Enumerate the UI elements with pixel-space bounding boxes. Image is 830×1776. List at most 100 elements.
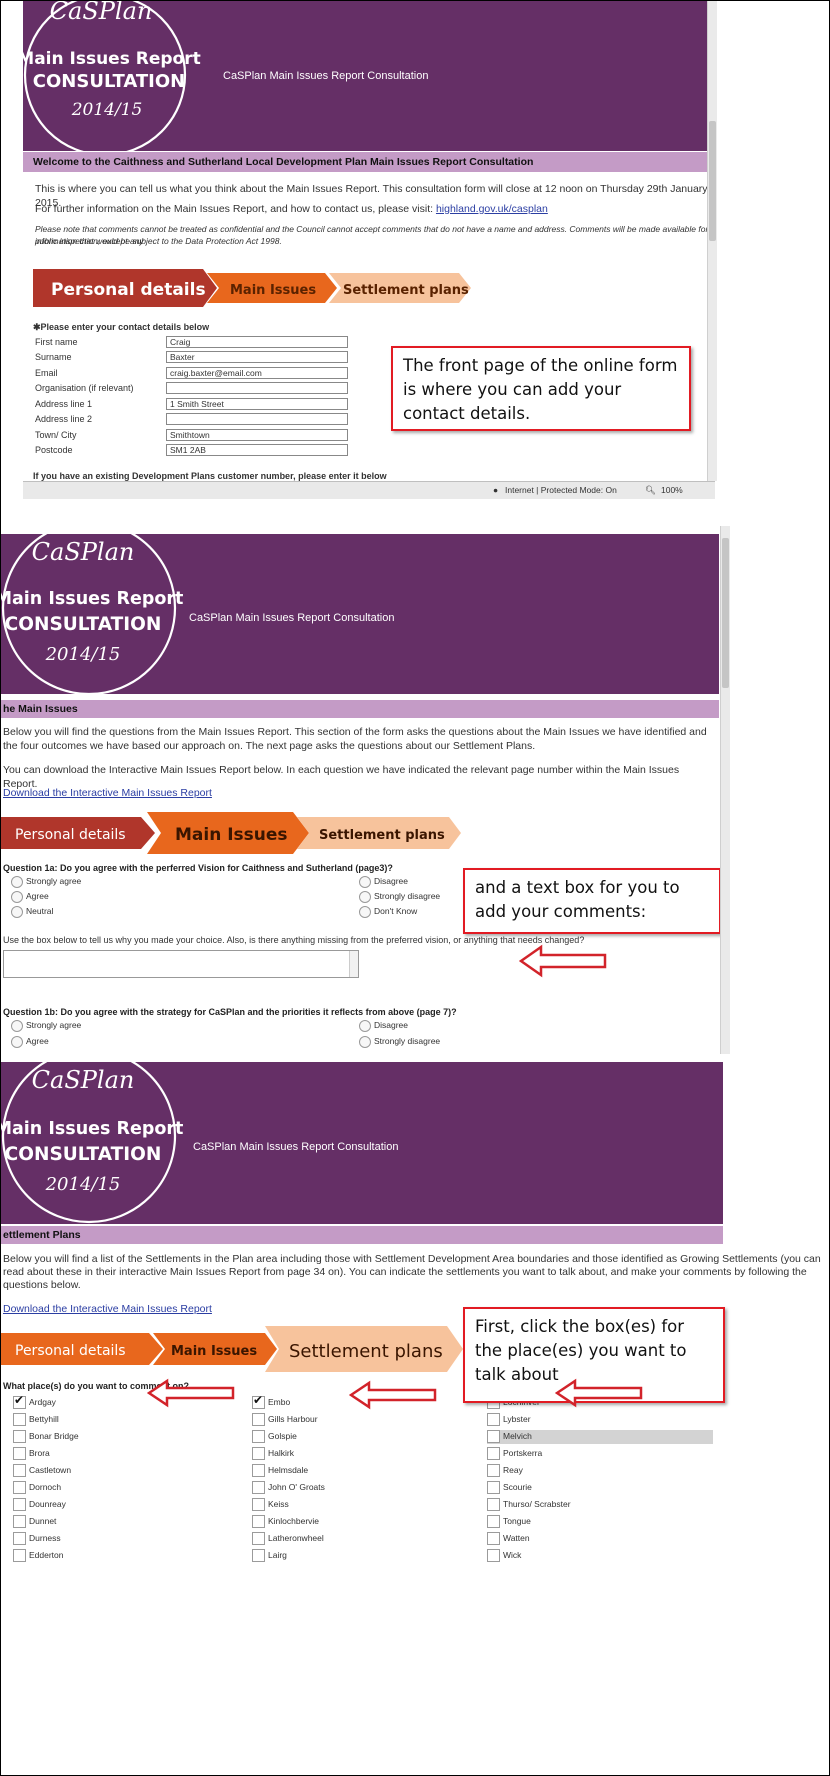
callout-text-box: and a text box for you to add your comme…: [463, 868, 721, 934]
svg-text:CONSULTATION: CONSULTATION: [5, 1144, 162, 1165]
radio-1a-strongly-disagree[interactable]: Strongly disagree: [359, 891, 440, 903]
first-name-input[interactable]: Craig: [166, 336, 348, 348]
settlement-checkbox[interactable]: Durness: [13, 1532, 213, 1546]
progress-steps: Personal details Main Issues Settlement …: [1, 812, 461, 854]
question-1b: Question 1b: Do you agree with the strat…: [3, 1007, 457, 1017]
settlement-checkbox[interactable]: Bonar Bridge: [13, 1430, 213, 1444]
radio-1a-disagree[interactable]: Disagree: [359, 876, 408, 888]
vertical-scrollbar[interactable]: [707, 1, 717, 481]
label-postcode: Postcode: [35, 445, 73, 455]
customer-number-text: If you have an existing Development Plan…: [33, 471, 387, 481]
download-report-link[interactable]: Download the Interactive Main Issues Rep…: [3, 1302, 212, 1316]
notice-line-2: information that would be subject to the…: [35, 236, 282, 246]
textbox-prompt: Use the box below to tell us why you mad…: [3, 935, 585, 945]
settlement-checkbox[interactable]: John O' Groats: [252, 1481, 452, 1495]
step-settlement-plans: Settlement plans: [289, 1341, 443, 1362]
settlement-checkbox[interactable]: Lairg: [252, 1549, 452, 1563]
radio-1b-disagree[interactable]: Disagree: [359, 1020, 408, 1032]
settlement-checkbox[interactable]: Brora: [13, 1447, 213, 1461]
screenshot-panel-personal-details: CaSPlan Main Issues Report CONSULTATION …: [0, 0, 830, 526]
zoom-icon[interactable]: 🔍︎: [645, 485, 656, 496]
page-banner: CaSPlan Main Issues Report CONSULTATION …: [23, 1, 709, 151]
status-zone: Internet | Protected Mode: On: [505, 485, 617, 495]
organisation-input[interactable]: [166, 382, 348, 394]
settlement-checkbox[interactable]: Dornoch: [13, 1481, 213, 1495]
vertical-scrollbar[interactable]: [720, 526, 730, 1054]
progress-steps: Personal details Main Issues Settlement …: [1, 1326, 463, 1372]
settlement-checkbox[interactable]: Golspie: [252, 1430, 452, 1444]
svg-text:Main Issues Report: Main Issues Report: [1, 589, 183, 609]
settlement-checkbox[interactable]: Thurso/ Scrabster: [487, 1498, 713, 1512]
label-email: Email: [35, 368, 58, 378]
status-zoom[interactable]: 100%: [661, 485, 683, 495]
radio-1a-strongly-agree[interactable]: Strongly agree: [11, 876, 81, 888]
radio-1a-dont-know[interactable]: Don't Know: [359, 906, 417, 918]
info-prefix: For further information on the Main Issu…: [35, 203, 436, 215]
settlement-checkbox[interactable]: Edderton: [13, 1549, 213, 1563]
settlement-checkbox[interactable]: Dounreay: [13, 1498, 213, 1512]
question-1a: Question 1a: Do you agree with the perfe…: [3, 863, 393, 873]
settlement-checkbox[interactable]: Kinlochbervie: [252, 1515, 452, 1529]
address-line-2-input[interactable]: [166, 413, 348, 425]
comments-textarea[interactable]: [3, 950, 359, 978]
radio-1b-strongly-disagree[interactable]: Strongly disagree: [359, 1036, 440, 1048]
settlement-checkbox[interactable]: Lybster: [487, 1413, 713, 1427]
step-main-issues: Main Issues: [175, 825, 288, 845]
banner-title: CaSPlan Main Issues Report Consultation: [223, 70, 429, 82]
browser-viewport: CaSPlan Main Issues Report CONSULTATION …: [1, 1062, 821, 1775]
email-input[interactable]: craig.baxter@email.com: [166, 367, 348, 379]
contact-heading: ✱Please enter your contact details below: [33, 322, 209, 333]
page-banner: CaSPlan Main Issues Report CONSULTATION …: [1, 534, 719, 694]
casplan-logo: CaSPlan Main Issues Report CONSULTATION …: [1, 534, 183, 694]
settlement-checkbox[interactable]: Reay: [487, 1464, 713, 1478]
settlement-intro-line-1: Below you will find a list of the Settle…: [3, 1253, 821, 1265]
settlement-checkbox[interactable]: Dunnet: [13, 1515, 213, 1529]
settlement-checkbox[interactable]: Castletown: [13, 1464, 213, 1478]
radio-1a-neutral[interactable]: Neutral: [11, 906, 53, 918]
settlement-checkbox[interactable]: Portskerra: [487, 1447, 713, 1461]
settlement-checkbox[interactable]: Latheronwheel: [252, 1532, 452, 1546]
svg-text:CONSULTATION: CONSULTATION: [5, 614, 162, 635]
svg-text:2014/15: 2014/15: [45, 1174, 121, 1195]
settlement-checkbox[interactable]: Bettyhill: [13, 1413, 213, 1427]
casplan-link[interactable]: highland.gov.uk/casplan: [436, 203, 548, 215]
radio-1a-agree[interactable]: Agree: [11, 891, 49, 903]
radio-1b-agree[interactable]: Agree: [11, 1036, 49, 1048]
surname-input[interactable]: Baxter: [166, 351, 348, 363]
scrollbar-thumb[interactable]: [709, 121, 716, 241]
settlement-checkbox[interactable]: Gills Harbour: [252, 1413, 452, 1427]
globe-icon: ●: [493, 485, 499, 495]
main-issues-intro: Below you will find the questions from t…: [3, 726, 707, 752]
settlement-checkbox[interactable]: Halkirk: [252, 1447, 452, 1461]
settlement-checkbox[interactable]: Melvich: [487, 1430, 713, 1444]
settlement-checkbox[interactable]: Watten: [487, 1532, 713, 1546]
banner-title: CaSPlan Main Issues Report Consultation: [189, 612, 395, 624]
settlement-checkbox[interactable]: Keiss: [252, 1498, 452, 1512]
town-city-input[interactable]: Smithtown: [166, 429, 348, 441]
settlement-checkbox[interactable]: Tongue: [487, 1515, 713, 1529]
address-line-1-input[interactable]: 1 Smith Street: [166, 398, 348, 410]
settlement-intro-line-2: read about these in their interactive Ma…: [3, 1266, 807, 1278]
svg-text:2014/15: 2014/15: [71, 100, 143, 120]
download-report-link[interactable]: Download the Interactive Main Issues Rep…: [3, 786, 212, 800]
section-title-settlement-plans: ettlement Plans: [1, 1226, 723, 1244]
svg-text:Main Issues Report: Main Issues Report: [1, 1119, 183, 1139]
progress-steps: Personal details Main Issues Settlement …: [33, 269, 471, 307]
settlement-checkbox[interactable]: Helmsdale: [252, 1464, 452, 1478]
postcode-input[interactable]: SM1 2AB: [166, 444, 348, 456]
step-personal-details: Personal details: [15, 1343, 126, 1359]
textarea-scrollbar[interactable]: [349, 951, 358, 977]
radio-1b-strongly-agree[interactable]: Strongly agree: [11, 1020, 81, 1032]
step-settlement-plans: Settlement plans: [319, 828, 445, 843]
label-surname: Surname: [35, 352, 72, 362]
info-text: For further information on the Main Issu…: [35, 202, 715, 216]
step-settlement-plans: Settlement plans: [343, 283, 469, 298]
scrollbar-thumb[interactable]: [722, 538, 729, 688]
settlement-checkbox[interactable]: Wick: [487, 1549, 713, 1563]
browser-status-bar: ● Internet | Protected Mode: On 🔍︎ 100%: [23, 481, 715, 499]
browser-viewport: CaSPlan Main Issues Report CONSULTATION …: [23, 1, 709, 496]
settlement-checkbox[interactable]: Scourie: [487, 1481, 713, 1495]
casplan-logo: CaSPlan Main Issues Report CONSULTATION …: [23, 1, 201, 151]
screenshot-panel-main-issues: CaSPlan Main Issues Report CONSULTATION …: [0, 526, 830, 1054]
step-personal-details: Personal details: [51, 280, 206, 300]
